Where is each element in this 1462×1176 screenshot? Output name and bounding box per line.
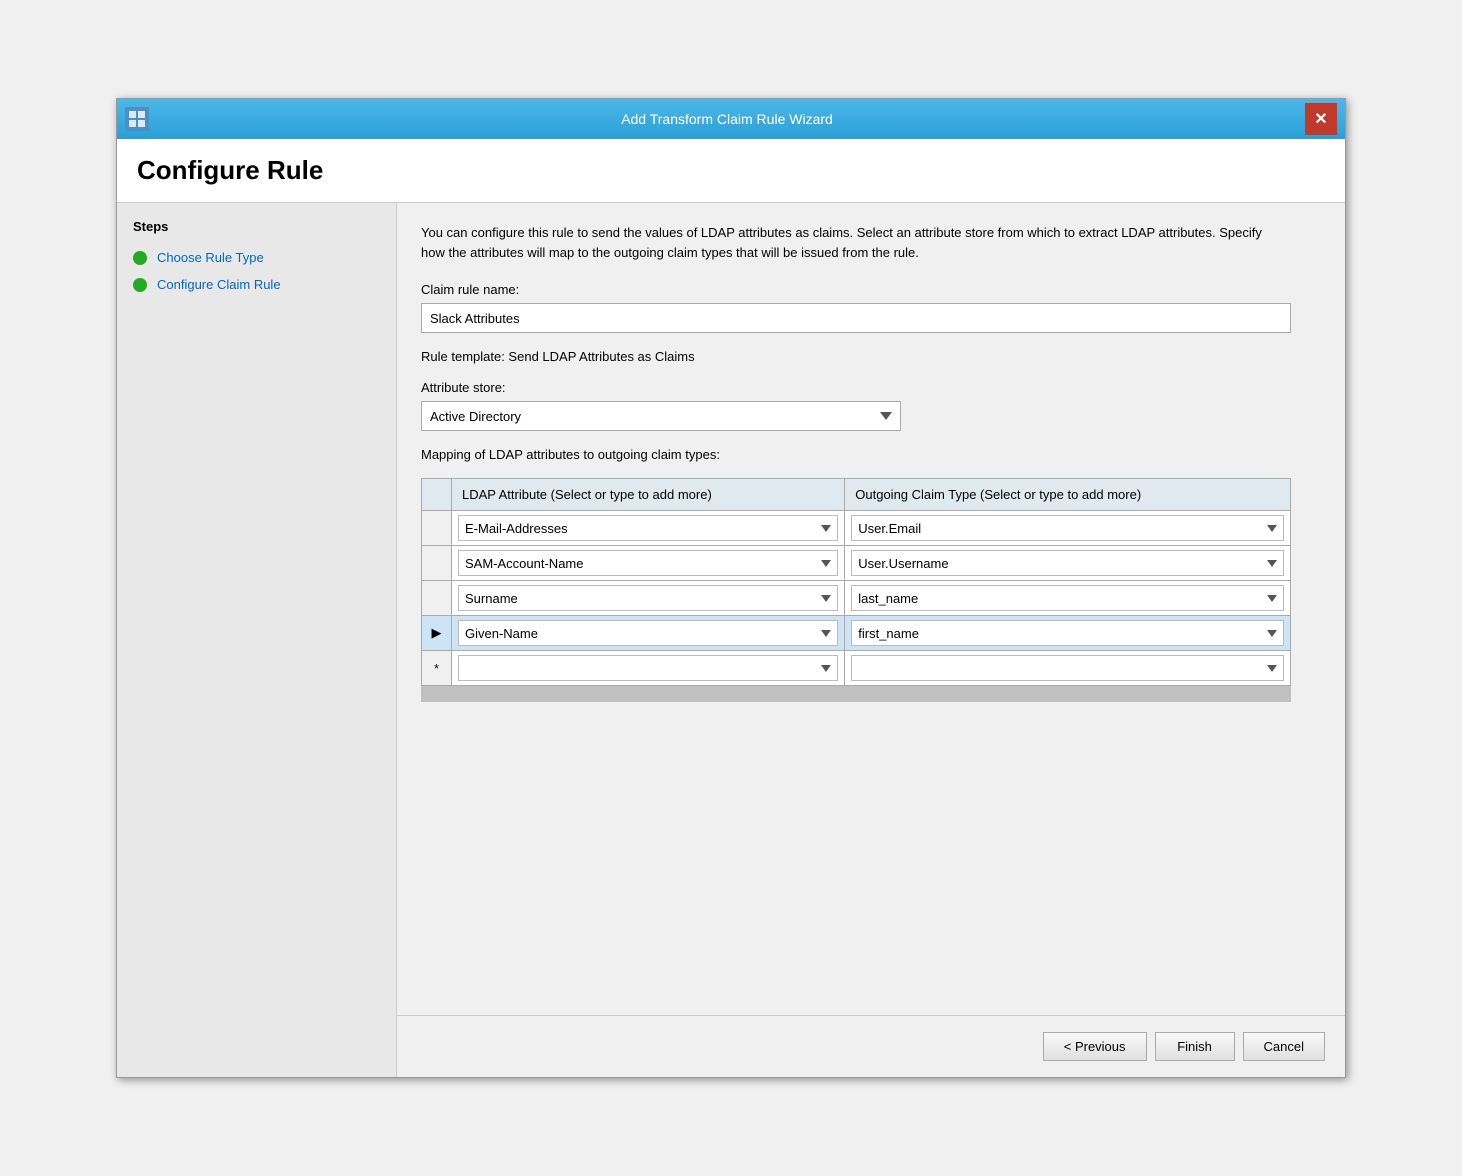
window-title: Add Transform Claim Rule Wizard [149,111,1305,127]
table-row-new: * [422,651,1291,686]
ldap-select-2[interactable]: SAM-Account-Name [458,550,838,576]
step-dot-2 [133,278,147,292]
claim-cell-3: last_name [845,581,1291,616]
row-indicator-2 [422,546,452,581]
claim-cell-2: User.Username [845,546,1291,581]
sidebar-item-label-2: Configure Claim Rule [157,277,281,292]
table-header-ldap: LDAP Attribute (Select or type to add mo… [452,479,845,511]
claim-select-3[interactable]: last_name [851,585,1284,611]
claim-select-1[interactable]: User.Email [851,515,1284,541]
mapping-label: Mapping of LDAP attributes to outgoing c… [421,447,720,462]
previous-button[interactable]: < Previous [1043,1032,1147,1061]
claim-cell-5 [845,651,1291,686]
ldap-cell-2: SAM-Account-Name [452,546,845,581]
close-button[interactable]: ✕ [1305,103,1337,135]
attribute-store-group: Attribute store: Active Directory [421,380,1321,431]
claim-select-5[interactable] [851,655,1284,681]
claim-cell-4: first_name [845,616,1291,651]
ldap-cell-4: Given-Name [452,616,845,651]
page-header: Configure Rule [117,139,1345,203]
page-title: Configure Rule [137,155,1325,186]
row-indicator-1 [422,511,452,546]
claim-cell-1: User.Email [845,511,1291,546]
table-header-claim: Outgoing Claim Type (Select or type to a… [845,479,1291,511]
ldap-cell-3: Surname [452,581,845,616]
sidebar-item-label-1: Choose Rule Type [157,250,264,265]
description-text: You can configure this rule to send the … [421,223,1281,262]
footer: < Previous Finish Cancel [397,1015,1345,1077]
ldap-select-5[interactable] [458,655,838,681]
table-scrollbar[interactable] [421,686,1291,702]
claim-rule-name-input[interactable] [421,303,1291,333]
attribute-store-label: Attribute store: [421,380,1321,395]
finish-button[interactable]: Finish [1155,1032,1235,1061]
row-indicator-5: * [422,651,452,686]
cancel-button[interactable]: Cancel [1243,1032,1325,1061]
claim-select-2[interactable]: User.Username [851,550,1284,576]
step-dot-1 [133,251,147,265]
sidebar: Steps Choose Rule Type Configure Claim R… [117,203,397,1077]
table-row: SAM-Account-Name User.Username [422,546,1291,581]
main-window: Add Transform Claim Rule Wizard ✕ Config… [116,98,1346,1078]
app-icon [125,107,149,131]
ldap-cell-5 [452,651,845,686]
row-indicator-3 [422,581,452,616]
sidebar-item-choose-rule-type[interactable]: Choose Rule Type [117,244,396,271]
mapping-table: LDAP Attribute (Select or type to add mo… [421,478,1291,686]
row-indicator-4: ▶ [422,616,452,651]
content-area: You can configure this rule to send the … [397,203,1345,1015]
title-bar: Add Transform Claim Rule Wizard ✕ [117,99,1345,139]
ldap-select-1[interactable]: E-Mail-Addresses [458,515,838,541]
rule-template-group: Rule template: Send LDAP Attributes as C… [421,349,1321,364]
ldap-select-4[interactable]: Given-Name [458,620,838,646]
steps-label: Steps [117,219,396,244]
ldap-cell-1: E-Mail-Addresses [452,511,845,546]
claim-rule-name-group: Claim rule name: [421,282,1321,333]
rule-template-text: Rule template: Send LDAP Attributes as C… [421,349,695,364]
sidebar-item-configure-claim-rule[interactable]: Configure Claim Rule [117,271,396,298]
mapping-label-group: Mapping of LDAP attributes to outgoing c… [421,447,1321,462]
attribute-store-select[interactable]: Active Directory [421,401,901,431]
table-header-indicator [422,479,452,511]
window-body: Steps Choose Rule Type Configure Claim R… [117,203,1345,1077]
table-row-selected: ▶ Given-Name first_name [422,616,1291,651]
table-row: Surname last_name [422,581,1291,616]
main-content: You can configure this rule to send the … [397,203,1345,1077]
table-row: E-Mail-Addresses User.Email [422,511,1291,546]
claim-rule-name-label: Claim rule name: [421,282,1321,297]
ldap-select-3[interactable]: Surname [458,585,838,611]
claim-select-4[interactable]: first_name [851,620,1284,646]
